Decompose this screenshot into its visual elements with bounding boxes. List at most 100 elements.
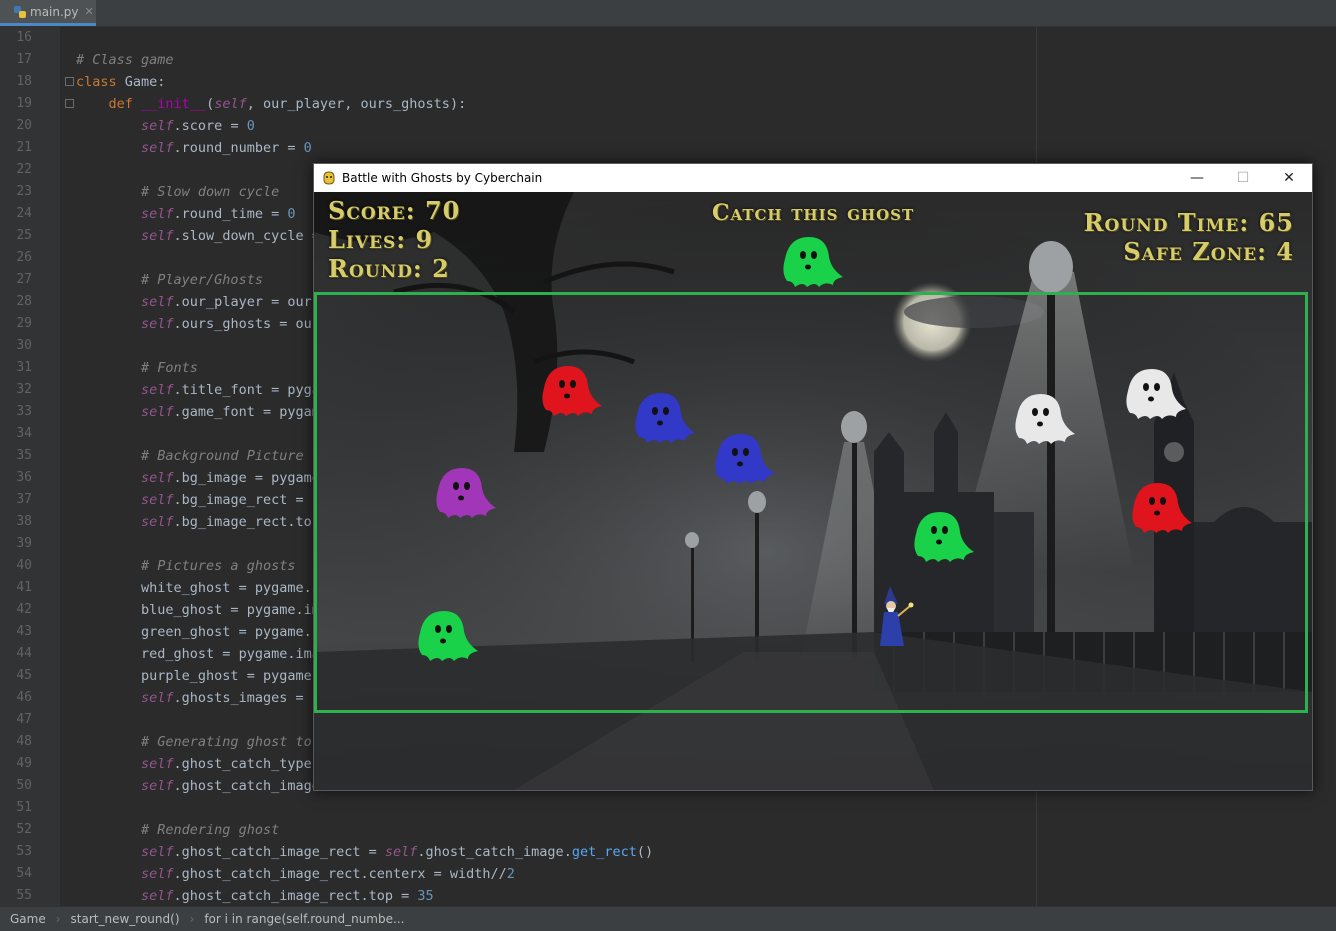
code-line-35: # Background Picture <box>141 448 304 464</box>
line-number: 47 <box>16 712 32 727</box>
breadcrumb: Game › start_new_round() › for i in rang… <box>0 906 1336 931</box>
line-number: 31 <box>16 360 32 375</box>
code-line-33: self.game_font = pygam <box>141 404 320 420</box>
line-number: 25 <box>16 228 32 243</box>
game-canvas[interactable]: Score: 70 Lives: 9 Round: 2 Catch this g… <box>314 192 1312 790</box>
line-number: 28 <box>16 294 32 309</box>
line-number: 29 <box>16 316 32 331</box>
code-line-37: self.bg_image_rect = s <box>141 492 320 508</box>
line-number: 50 <box>16 778 32 793</box>
green-ghost-icon[interactable] <box>412 607 482 665</box>
code-line-28: self.our_player = our <box>141 294 312 310</box>
code-line-52: # Rendering ghost <box>141 822 280 838</box>
line-number: 16 <box>16 30 32 45</box>
code-line-24: self.round_time = 0 <box>141 206 296 222</box>
maximize-button[interactable]: ☐ <box>1220 164 1266 192</box>
line-number: 54 <box>16 866 32 881</box>
blue-ghost-icon[interactable] <box>709 430 779 488</box>
safe-zone-label: Safe Zone: 4 <box>1123 237 1294 266</box>
code-line-31: # Fonts <box>141 360 198 376</box>
line-number: 37 <box>16 492 32 507</box>
line-number: 46 <box>16 690 32 705</box>
red-ghost-icon[interactable] <box>1126 479 1196 537</box>
code-line-25: self.slow_down_cycle = <box>141 228 320 244</box>
code-line-42: blue_ghost = pygame.im <box>141 602 320 618</box>
line-number: 22 <box>16 162 32 177</box>
line-number: 34 <box>16 426 32 441</box>
line-number: 44 <box>16 646 32 661</box>
python-file-icon <box>14 5 26 18</box>
wizard-player-icon[interactable] <box>876 584 916 648</box>
code-line-55: self.ghost_catch_image_rect.top = 35 <box>141 888 434 904</box>
code-line-19: def __init__(self, our_player, ours_ghos… <box>108 96 467 112</box>
line-number: 21 <box>16 140 32 155</box>
code-line-49: self.ghost_catch_type <box>141 756 312 772</box>
red-ghost-icon[interactable] <box>536 362 606 420</box>
code-line-44: red_ghost = pygame.ima <box>141 646 320 662</box>
line-number: 35 <box>16 448 32 463</box>
line-number: 17 <box>16 52 32 67</box>
green-ghost-icon[interactable] <box>908 508 978 566</box>
code-line-20: self.score = 0 <box>141 118 255 134</box>
tab-main-py[interactable]: main.py ✕ <box>0 0 96 26</box>
round-time-label: Round Time: 65 <box>1083 208 1294 237</box>
code-line-21: self.round_number = 0 <box>141 140 312 156</box>
minimize-button[interactable]: — <box>1174 164 1220 192</box>
close-button[interactable]: ✕ <box>1266 164 1312 192</box>
breadcrumb-item[interactable]: for i in range(self.round_numbe... <box>194 912 414 926</box>
game-window-titlebar[interactable]: Battle with Ghosts by Cyberchain — ☐ ✕ <box>314 164 1312 192</box>
code-line-41: white_ghost = pygame.i <box>141 580 320 596</box>
code-line-53: self.ghost_catch_image_rect = self.ghost… <box>141 844 654 860</box>
line-number: 33 <box>16 404 32 419</box>
code-line-17: # Class game <box>76 52 174 68</box>
purple-ghost-icon[interactable] <box>430 464 500 522</box>
line-number: 20 <box>16 118 32 133</box>
line-number: 38 <box>16 514 32 529</box>
line-number: 27 <box>16 272 32 287</box>
line-number: 23 <box>16 184 32 199</box>
code-line-23: # Slow down cycle <box>141 184 280 200</box>
line-number: 18 <box>16 74 32 89</box>
line-number: 32 <box>16 382 32 397</box>
code-line-27: # Player/Ghosts <box>141 272 263 288</box>
close-tab-icon[interactable]: ✕ <box>85 5 94 18</box>
blue-ghost-icon[interactable] <box>629 389 699 447</box>
fold-marker-icon[interactable] <box>65 99 74 108</box>
white-ghost-icon[interactable] <box>1120 365 1190 423</box>
line-number: 55 <box>16 888 32 903</box>
code-line-50: self.ghost_catch_image <box>141 778 320 794</box>
editor-tab-bar: main.py ✕ <box>0 0 1336 27</box>
line-number: 39 <box>16 536 32 551</box>
line-number: 36 <box>16 470 32 485</box>
code-line-38: self.bg_image_rect.top <box>141 514 320 530</box>
line-number: 42 <box>16 602 32 617</box>
breadcrumb-item[interactable]: start_new_round() <box>61 912 190 926</box>
round-label: Round: 2 <box>328 254 450 283</box>
pygame-snake-icon <box>323 171 335 185</box>
line-number: 51 <box>16 800 32 815</box>
breadcrumb-item[interactable]: Game <box>0 912 56 926</box>
game-window[interactable]: Battle with Ghosts by Cyberchain — ☐ ✕ S… <box>313 163 1313 791</box>
white-ghost-icon[interactable] <box>1009 390 1079 448</box>
tab-filename: main.py <box>30 4 79 19</box>
line-number: 24 <box>16 206 32 221</box>
line-number: 52 <box>16 822 32 837</box>
line-number: 26 <box>16 250 32 265</box>
code-line-18: class Game: <box>76 74 166 90</box>
code-line-32: self.title_font = pyga <box>141 382 320 398</box>
line-number: 48 <box>16 734 32 749</box>
lives-label: Lives: 9 <box>328 225 434 254</box>
code-line-48: # Generating ghost to <box>141 734 312 750</box>
line-number: 40 <box>16 558 32 573</box>
line-number: 49 <box>16 756 32 771</box>
line-number: 45 <box>16 668 32 683</box>
line-number: 30 <box>16 338 32 353</box>
code-line-29: self.ours_ghosts = our <box>141 316 320 332</box>
fold-marker-icon[interactable] <box>65 77 74 86</box>
line-number: 53 <box>16 844 32 859</box>
code-line-54: self.ghost_catch_image_rect.centerx = wi… <box>141 866 515 882</box>
line-number-gutter: 16 17 18 19 20 21 22 23 24 25 26 27 28 29 30 31 32 33 34 35… <box>0 27 60 906</box>
catch-this-ghost-label: Catch this ghost <box>712 200 915 226</box>
line-number: 43 <box>16 624 32 639</box>
code-line-43: green_ghost = pygame.i <box>141 624 320 640</box>
